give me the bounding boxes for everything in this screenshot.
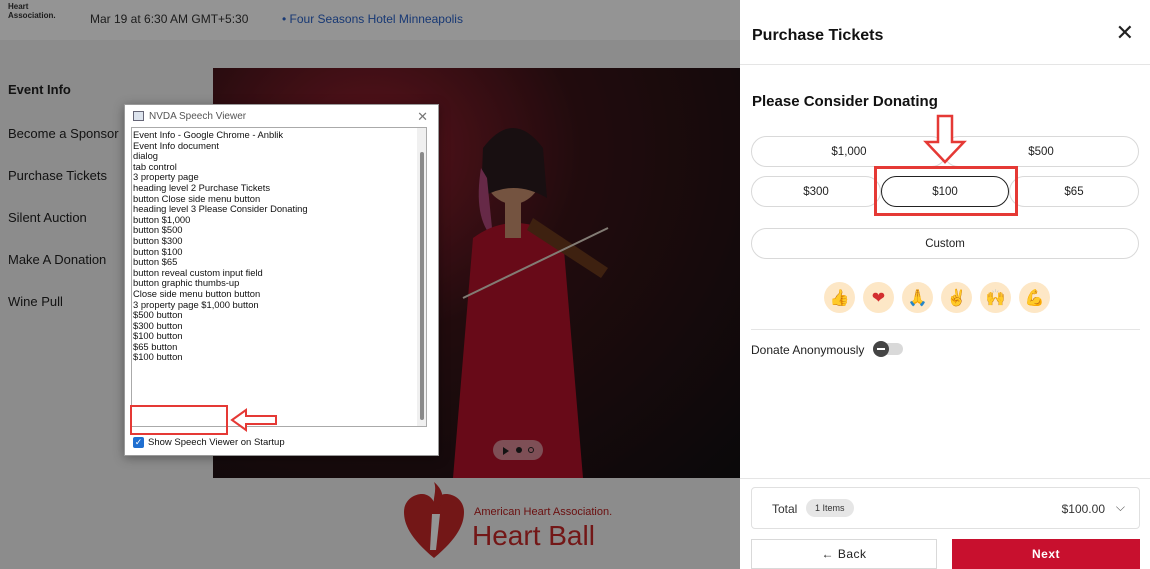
- annotation-highlight-box: [130, 405, 228, 435]
- speech-output-area[interactable]: Event Info - Google Chrome - Anblik Event…: [131, 127, 427, 427]
- heart-icon[interactable]: ❤: [863, 282, 894, 313]
- nvda-titlebar[interactable]: NVDA Speech Viewer: [125, 105, 438, 127]
- victory-hand-icon[interactable]: ✌: [941, 282, 972, 313]
- thumbs-up-icon[interactable]: 👍: [824, 282, 855, 313]
- divider: [740, 478, 1150, 479]
- next-button[interactable]: Next: [952, 539, 1140, 569]
- nvda-app-icon: [133, 111, 144, 121]
- speech-line: Event Info document: [133, 139, 219, 151]
- close-icon[interactable]: ✕: [1116, 22, 1134, 44]
- speech-line: Close side menu button button: [133, 287, 261, 299]
- amount-button-1000[interactable]: $1,000: [751, 136, 947, 167]
- annotation-highlight-box: [874, 166, 1018, 216]
- praying-hands-icon[interactable]: 🙏: [902, 282, 933, 313]
- close-icon[interactable]: ✕: [417, 109, 428, 125]
- reaction-row: 👍 ❤ 🙏 ✌ 🙌 💪: [824, 282, 1050, 313]
- speech-line: dialog: [133, 150, 159, 162]
- divider: [751, 329, 1140, 330]
- donate-heading: Please Consider Donating: [752, 93, 938, 110]
- flexed-biceps-icon[interactable]: 💪: [1019, 282, 1050, 313]
- annotation-arrow-down-icon: [923, 114, 967, 164]
- checkbox-checked-icon[interactable]: ✓: [133, 437, 144, 448]
- amount-button-500[interactable]: $500: [943, 136, 1139, 167]
- chevron-down-icon[interactable]: ⌵: [1116, 500, 1125, 515]
- items-count-badge: 1 Items: [806, 499, 854, 517]
- amount-button-65[interactable]: $65: [1009, 176, 1139, 207]
- nvda-title: NVDA Speech Viewer: [149, 110, 247, 122]
- donate-anonymously-label: Donate Anonymously: [751, 343, 865, 357]
- speech-line: heading level 2 Purchase Tickets: [133, 181, 271, 193]
- total-amount: $100.00: [1061, 502, 1105, 516]
- show-on-startup-option[interactable]: ✓ Show Speech Viewer on Startup: [133, 437, 285, 448]
- nvda-speech-viewer-window: NVDA Speech Viewer ✕ Event Info - Google…: [124, 104, 439, 456]
- divider: [740, 64, 1150, 65]
- show-on-startup-label: Show Speech Viewer on Startup: [148, 437, 285, 448]
- speech-line: Event Info - Google Chrome - Anblik: [133, 129, 284, 140]
- toggle-knob[interactable]: [873, 341, 889, 357]
- speech-lines: Event Info - Google Chrome - Anblik Event…: [132, 128, 426, 363]
- total-label: Total: [772, 502, 798, 516]
- donate-anonymously-toggle[interactable]: [873, 341, 903, 357]
- custom-amount-button[interactable]: Custom: [751, 228, 1139, 259]
- back-button[interactable]: ← Back: [751, 539, 937, 569]
- speech-line: button $300: [133, 234, 183, 246]
- annotation-arrow-left-icon: [230, 408, 277, 432]
- raised-hands-icon[interactable]: 🙌: [980, 282, 1011, 313]
- order-total-bar[interactable]: Total 1 Items $100.00 ⌵: [751, 487, 1140, 529]
- speech-line: $100 button: [133, 351, 183, 363]
- panel-title: Purchase Tickets: [752, 27, 884, 44]
- scrollbar-thumb[interactable]: [420, 152, 424, 420]
- scrollbar[interactable]: [417, 128, 426, 426]
- amount-button-300[interactable]: $300: [751, 176, 881, 207]
